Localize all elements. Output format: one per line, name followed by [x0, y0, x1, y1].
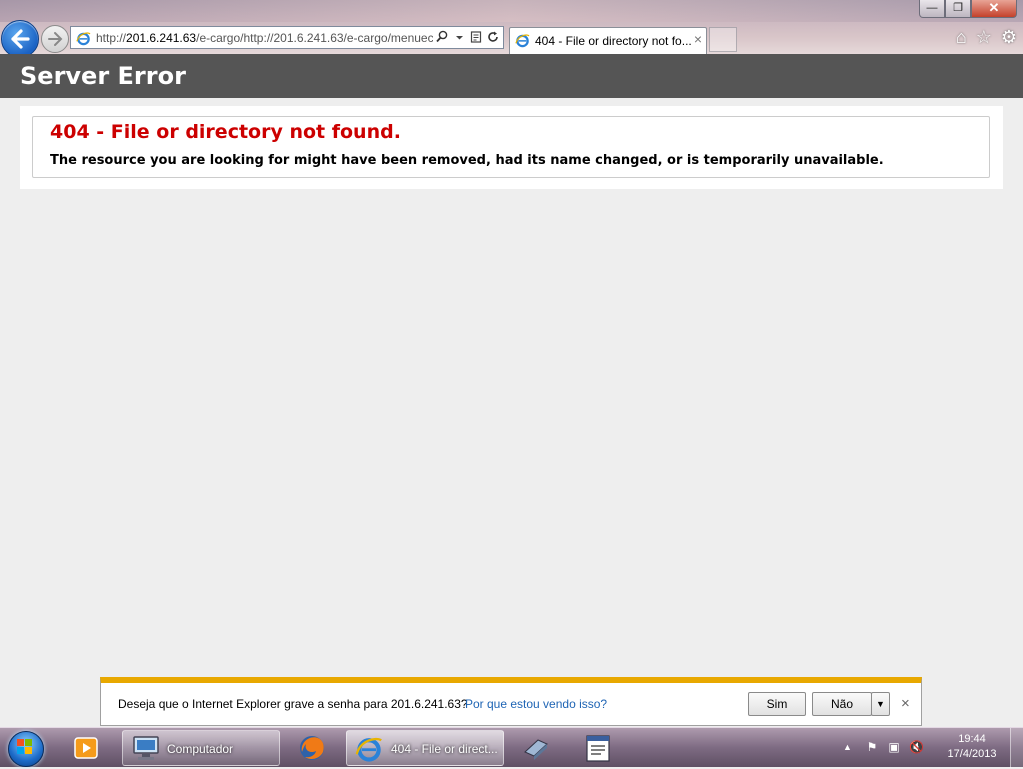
restore-button[interactable]: ❐ [945, 0, 971, 18]
volume-muted-icon[interactable]: 🔇 [909, 740, 924, 754]
back-button[interactable] [1, 20, 39, 58]
system-tray: ▲ ⚑ ▣ 🔇 19:44 17/4/2013 [843, 728, 1023, 768]
notification-text: Deseja que o Internet Explorer grave a s… [118, 697, 468, 711]
home-icon[interactable]: ⌂ [956, 28, 967, 46]
computer-icon [133, 736, 159, 760]
new-tab-button[interactable] [709, 27, 737, 52]
network-app-taskbar-icon[interactable] [520, 732, 552, 764]
show-hidden-icons-icon[interactable]: ▲ [843, 742, 852, 752]
why-link[interactable]: Por que estou vendo isso? [465, 697, 607, 711]
close-tab-icon[interactable]: × [694, 31, 702, 47]
tab-title: 404 - File or directory not fo... [535, 34, 692, 48]
forward-arrow-icon [48, 32, 63, 46]
taskbar-ie-window[interactable]: 404 - File or direct... [346, 730, 504, 766]
address-url[interactable]: http://201.6.241.63/e-cargo/http://201.6… [96, 31, 433, 45]
windows-logo-icon [17, 739, 33, 755]
clock[interactable]: 19:44 17/4/2013 [942, 732, 1002, 762]
ie-taskbar-icon [355, 737, 382, 762]
browser-chrome: http://201.6.241.63/e-cargo/http://201.6… [0, 0, 1023, 58]
taskbar: Computador 404 - File or direct... ▲ ⚑ ▣… [0, 727, 1023, 768]
error-title: 404 - File or directory not found. [50, 121, 401, 143]
error-fieldset: 404 - File or directory not found. The r… [32, 116, 990, 178]
document-app-taskbar-icon[interactable] [582, 732, 614, 764]
forward-button[interactable] [41, 25, 69, 53]
yes-button[interactable]: Sim [748, 692, 806, 716]
search-icon[interactable] [436, 30, 448, 44]
firefox-taskbar-icon[interactable] [296, 732, 328, 764]
close-notification-icon[interactable]: × [901, 695, 910, 712]
clock-time: 19:44 [958, 733, 986, 745]
clock-date: 17/4/2013 [947, 748, 997, 760]
ie-page-icon [76, 32, 91, 46]
refresh-icon[interactable] [487, 30, 499, 44]
page-title: Server Error [20, 62, 186, 90]
address-bar[interactable]: http://201.6.241.63/e-cargo/http://201.6… [70, 26, 504, 49]
gear-icon[interactable]: ⚙ [1001, 28, 1017, 46]
compatibility-view-icon[interactable] [470, 30, 482, 44]
taskbar-computer[interactable]: Computador [122, 730, 280, 766]
start-button[interactable] [5, 728, 47, 768]
ie-tab-icon [515, 34, 530, 48]
no-dropdown-button[interactable]: ▼ [871, 692, 890, 716]
minimize-button[interactable]: — [919, 0, 945, 18]
chevron-down-icon[interactable] [453, 30, 465, 44]
page-header: Server Error [0, 54, 1023, 98]
back-arrow-icon [11, 29, 30, 49]
network-icon[interactable]: ▣ [887, 740, 901, 754]
tab-404[interactable]: 404 - File or directory not fo... × [509, 27, 707, 54]
taskbar-ie-label: 404 - File or direct... [391, 742, 498, 756]
action-center-flag-icon[interactable]: ⚑ [865, 740, 879, 754]
favorites-star-icon[interactable]: ☆ [976, 28, 992, 46]
taskbar-computer-label: Computador [167, 742, 234, 756]
save-password-notification: Deseja que o Internet Explorer grave a s… [100, 677, 922, 726]
error-message: The resource you are looking for might h… [50, 153, 884, 168]
no-button[interactable]: Não [812, 692, 872, 716]
close-window-button[interactable]: ✕ [971, 0, 1017, 18]
media-player-taskbar-icon[interactable] [70, 732, 102, 764]
show-desktop-button[interactable] [1010, 728, 1023, 768]
error-content: 404 - File or directory not found. The r… [20, 106, 1003, 189]
